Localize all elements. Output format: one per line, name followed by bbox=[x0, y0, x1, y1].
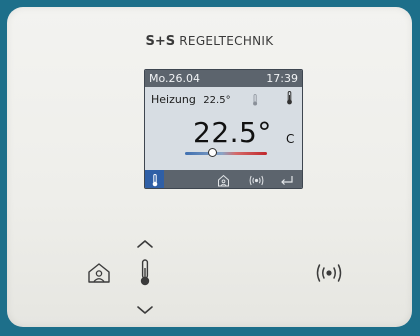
time-label: 17:39 bbox=[266, 72, 298, 85]
thermometer-icon bbox=[140, 259, 150, 286]
chevron-down-icon bbox=[137, 306, 153, 314]
wireless-icon bbox=[316, 264, 342, 282]
chevron-up-icon bbox=[137, 240, 153, 248]
mode-row: Heizung 22.5° bbox=[151, 93, 231, 106]
brand-logo: S+S REGELTECHNIK bbox=[7, 34, 412, 49]
brand-name: REGELTECHNIK bbox=[179, 34, 274, 48]
brand-prefix: S+S bbox=[145, 34, 176, 49]
home-icon[interactable] bbox=[217, 172, 230, 188]
chevron-down-button[interactable] bbox=[135, 300, 155, 319]
thermometer-icon bbox=[285, 90, 294, 109]
current-temperature: 22.5° bbox=[193, 116, 272, 149]
setpoint-label: 22.5° bbox=[203, 95, 231, 106]
wireless-icon[interactable] bbox=[248, 172, 265, 188]
return-icon[interactable] bbox=[279, 172, 294, 188]
date-label: Mo.26.04 bbox=[149, 72, 201, 85]
chevron-up-button[interactable] bbox=[135, 234, 155, 253]
thermometer-icon bbox=[151, 172, 159, 188]
home-icon bbox=[88, 263, 110, 283]
temperature-slider-knob[interactable] bbox=[208, 148, 218, 157]
temperature-button[interactable] bbox=[138, 259, 152, 291]
screen-tab-thermometer[interactable] bbox=[145, 170, 164, 188]
status-bar: Mo.26.04 17:39 bbox=[145, 70, 302, 87]
setpoint-thermometer-icon bbox=[251, 91, 259, 110]
lcd-display: Mo.26.04 17:39 Heizung 22.5° 22.5° C bbox=[144, 69, 303, 189]
thermostat-panel: S+S REGELTECHNIK Mo.26.04 17:39 Heizung … bbox=[7, 7, 412, 327]
home-button[interactable] bbox=[87, 262, 111, 288]
temperature-slider-track bbox=[185, 152, 267, 155]
temperature-unit: C bbox=[286, 132, 295, 146]
screen-nav-bar bbox=[145, 170, 302, 188]
mode-label: Heizung bbox=[151, 93, 196, 106]
wireless-button[interactable] bbox=[313, 263, 345, 287]
